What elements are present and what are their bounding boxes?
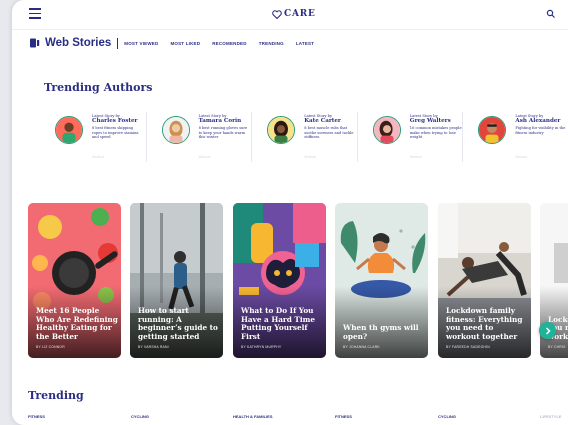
author-story[interactable]: 8 best fitness skipping ropes to improve…	[92, 126, 144, 140]
author-tag: Workout	[92, 155, 104, 159]
story-title: Lockdown family fitness: Everything you …	[446, 306, 523, 341]
avatar	[372, 116, 401, 144]
trending-authors-list: Latest Story by Charles Foster 8 best fi…	[40, 112, 568, 162]
story-card[interactable]: When th gyms will open? BY JOHANNA CLARK	[335, 203, 428, 358]
author-story[interactable]: 16 common mistakes people make when tryi…	[410, 126, 462, 140]
brand-logo[interactable]: CARE	[272, 9, 316, 19]
web-stories-title: Web Stories	[45, 37, 112, 49]
author-tag: Workout	[409, 155, 422, 159]
trending-heading: Trending	[28, 389, 84, 402]
story-card[interactable]: How to start running: A beginner’s guide…	[130, 203, 223, 358]
divider	[117, 37, 119, 49]
trending-category[interactable]: LIFESTYLE	[540, 414, 562, 419]
author-card[interactable]: Latest Story by Ash Alexander Fighting f…	[462, 112, 568, 162]
author-tag: Workout	[304, 155, 316, 159]
author-name[interactable]: Ash Alexander	[515, 118, 567, 125]
trending-category[interactable]: HEALTH & FAMILIES	[233, 414, 272, 419]
story-byline: BY FAREEDH SADEGHIN	[446, 345, 490, 349]
story-card[interactable]: What to Do If You Have a Hard Time Putti…	[233, 203, 326, 358]
nav-recommended[interactable]: RECOMENDED	[212, 41, 247, 46]
story-title: What to Do If You Have a Hard Time Putti…	[241, 306, 315, 341]
search-icon[interactable]	[546, 9, 556, 19]
author-story[interactable]: 8 best running gloves sure to keep your …	[199, 126, 251, 140]
story-byline: BY KATHRYN MURPHY	[241, 345, 282, 349]
nav-most-liked[interactable]: MOST LIKED	[170, 41, 200, 46]
brand-name: CARE	[284, 9, 316, 19]
author-story[interactable]: 8 best muscle rubs that soothe soreness …	[304, 126, 356, 140]
story-byline: BY CHRIS	[548, 345, 566, 349]
story-card[interactable]: Meet 16 People Who Are Redefining Health…	[28, 203, 121, 358]
web-stories-carousel: Meet 16 People Who Are Redefining Health…	[28, 203, 568, 358]
author-card[interactable]: Latest Story by Charles Foster 8 best fi…	[40, 112, 146, 162]
story-title: Meet 16 People Who Are Redefining Health…	[36, 306, 118, 341]
trending-category[interactable]: CYCLING	[131, 414, 149, 419]
author-story[interactable]: Fighting for visibility in the fitness i…	[515, 126, 567, 135]
avatar	[267, 116, 296, 144]
author-name[interactable]: Greg Walters	[410, 118, 462, 125]
menu-icon[interactable]	[29, 8, 41, 19]
web-stories-icon	[30, 38, 40, 48]
author-name[interactable]: Charles Foster	[92, 118, 144, 125]
nav-latest[interactable]: LATEST	[296, 41, 314, 46]
avatar	[55, 116, 83, 144]
author-card[interactable]: Latest Story by Greg Walters 16 common m…	[356, 112, 463, 162]
story-byline: BY LIZ CONNOR	[36, 345, 65, 349]
avatar	[478, 116, 507, 144]
story-title: When th gyms will open?	[343, 323, 419, 341]
author-tag: Workout	[198, 155, 211, 159]
trending-category[interactable]: CYCLING	[438, 414, 456, 419]
carousel-next-button[interactable]	[539, 322, 556, 339]
author-name[interactable]: Kate Carter	[304, 118, 356, 125]
trending-authors-heading: Trending Authors	[44, 81, 153, 94]
app-window: CARE Web Stories MOST VIEWED MOST LIKED …	[12, 0, 568, 425]
story-byline: BY JOHANNA CLARK	[343, 345, 380, 349]
author-name[interactable]: Tamara Corin	[199, 118, 251, 125]
web-stories-bar: Web Stories MOST VIEWED MOST LIKED RECOM…	[30, 36, 314, 50]
heart-icon	[272, 9, 282, 19]
trending-category[interactable]: FITNESS	[28, 414, 45, 419]
web-stories-nav: MOST VIEWED MOST LIKED RECOMENDED TRENDI…	[124, 41, 314, 46]
chevron-right-icon	[545, 326, 551, 335]
nav-most-viewed[interactable]: MOST VIEWED	[124, 41, 158, 46]
top-bar: CARE	[12, 0, 568, 30]
author-card[interactable]: Latest Story by Kate Carter 8 best muscl…	[251, 112, 357, 162]
story-title: How to start running: A beginner’s guide…	[138, 306, 218, 341]
story-card[interactable]: Lockdown family fitness: Everything you …	[438, 203, 531, 358]
trending-category[interactable]: FITNESS	[335, 414, 352, 419]
author-card[interactable]: Latest Story by Tamara Corin 8 best runn…	[145, 112, 252, 162]
nav-trending[interactable]: TRENDING	[259, 41, 284, 46]
avatar	[161, 116, 190, 144]
author-tag: Workout	[515, 155, 528, 159]
story-byline: BY VARSHA RANI	[138, 345, 169, 349]
